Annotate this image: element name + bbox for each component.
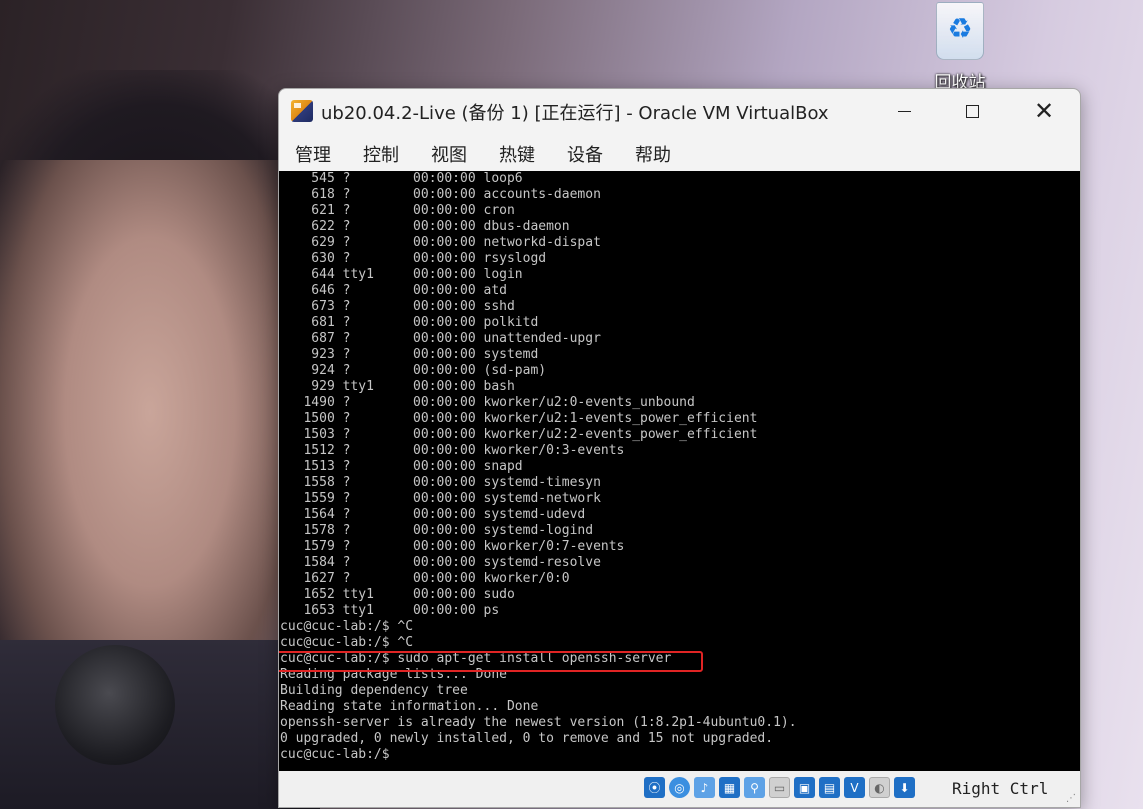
terminal-output: 545 ? 00:00:00 loop6 618 ? 00:00:00 acco… — [280, 171, 797, 763]
window-title: ub20.04.2-Live (备份 1) [正在运行] - Oracle VM… — [321, 103, 829, 124]
menu-control[interactable]: 控制 — [363, 141, 399, 167]
virtualbox-app-icon — [291, 100, 313, 122]
optical-drive-icon[interactable]: ◎ — [669, 777, 690, 798]
terminal-line: 1490 ? 00:00:00 kworker/u2:0-events_unbo… — [280, 395, 695, 410]
terminal-line: 1652 tty1 00:00:00 sudo — [280, 587, 515, 602]
terminal-line: 621 ? 00:00:00 cron — [280, 203, 515, 218]
terminal-line: 630 ? 00:00:00 rsyslogd — [280, 251, 547, 266]
terminal-line: 1558 ? 00:00:00 systemd-timesyn — [280, 475, 601, 490]
terminal-line: 923 ? 00:00:00 systemd — [280, 347, 539, 362]
shared-folders-icon[interactable]: ▭ — [769, 777, 790, 798]
terminal-line: 1512 ? 00:00:00 kworker/0:3-events — [280, 443, 625, 458]
keyboard-capture-icon[interactable]: ⬇ — [894, 777, 915, 798]
terminal-line: 673 ? 00:00:00 sshd — [280, 299, 515, 314]
statusbar-device-icons: ⦿ ◎ ♪ ▦ ⚲ ▭ ▣ ▤ V ◐ ⬇ — [644, 777, 915, 798]
terminal-line: 1653 tty1 00:00:00 ps — [280, 603, 500, 618]
minimize-icon — [897, 110, 911, 112]
terminal-line: 1559 ? 00:00:00 systemd-network — [280, 491, 601, 506]
recording-icon[interactable]: ▤ — [819, 777, 840, 798]
terminal-line: 1564 ? 00:00:00 systemd-udevd — [280, 507, 586, 522]
resize-grip-icon[interactable]: ⋰ — [1066, 793, 1076, 804]
menu-hotkeys[interactable]: 热键 — [499, 141, 535, 167]
desktop-recycle-bin[interactable]: ♻ 回收站 — [924, 0, 996, 93]
terminal-line: 0 upgraded, 0 newly installed, 0 to remo… — [280, 731, 774, 746]
menubar: 管理 控制 视图 热键 设备 帮助 — [279, 133, 1080, 171]
virtualization-icon[interactable]: V — [844, 777, 865, 798]
menu-help[interactable]: 帮助 — [635, 141, 671, 167]
wallpaper-photo-face — [0, 160, 300, 720]
terminal-line: Building dependency tree — [280, 683, 468, 698]
terminal-line: 1584 ? 00:00:00 systemd-resolve — [280, 555, 601, 570]
usb-icon[interactable]: ⚲ — [744, 777, 765, 798]
terminal-line: 1627 ? 00:00:00 kworker/0:0 — [280, 571, 570, 586]
terminal-line: 1503 ? 00:00:00 kworker/u2:2-events_powe… — [280, 427, 758, 442]
maximize-button[interactable] — [938, 89, 1006, 133]
terminal-line: 929 tty1 00:00:00 bash — [280, 379, 515, 394]
terminal-line: Reading state information... Done — [280, 699, 539, 714]
terminal-line: 644 tty1 00:00:00 login — [280, 267, 523, 282]
terminal-line: 924 ? 00:00:00 (sd-pam) — [280, 363, 547, 378]
audio-icon[interactable]: ♪ — [694, 777, 715, 798]
host-key-label: Right Ctrl — [952, 779, 1049, 798]
statusbar: ⦿ ◎ ♪ ▦ ⚲ ▭ ▣ ▤ V ◐ ⬇ Right Ctrl ⋰ — [279, 771, 1080, 807]
network-icon[interactable]: ▦ — [719, 777, 740, 798]
command-highlight-box — [279, 651, 703, 672]
terminal-line: 629 ? 00:00:00 networkd-dispat — [280, 235, 601, 250]
terminal-line: cuc@cuc-lab:/$ ^C — [280, 635, 414, 650]
close-icon: ✕ — [1033, 97, 1055, 125]
terminal-line: 1513 ? 00:00:00 snapd — [280, 459, 523, 474]
vm-display-screen[interactable]: 545 ? 00:00:00 loop6 618 ? 00:00:00 acco… — [279, 171, 1080, 771]
terminal-line: 1579 ? 00:00:00 kworker/0:7-events — [280, 539, 625, 554]
mouse-integration-icon[interactable]: ◐ — [869, 777, 890, 798]
close-button[interactable]: ✕ — [1010, 89, 1078, 133]
hard-disk-icon[interactable]: ⦿ — [644, 777, 665, 798]
menu-manage[interactable]: 管理 — [295, 141, 331, 167]
menu-devices[interactable]: 设备 — [567, 141, 603, 167]
terminal-line: 687 ? 00:00:00 unattended-upgr — [280, 331, 601, 346]
menu-view[interactable]: 视图 — [431, 141, 467, 167]
terminal-line: 622 ? 00:00:00 dbus-daemon — [280, 219, 570, 234]
terminal-line: 545 ? 00:00:00 loop6 — [280, 171, 523, 186]
display-icon[interactable]: ▣ — [794, 777, 815, 798]
terminal-line: openssh-server is already the newest ver… — [280, 715, 797, 730]
window-titlebar[interactable]: ub20.04.2-Live (备份 1) [正在运行] - Oracle VM… — [279, 89, 1080, 133]
terminal-line: cuc@cuc-lab:/$ — [280, 747, 390, 762]
maximize-icon — [965, 104, 979, 118]
terminal-line: 1500 ? 00:00:00 kworker/u2:1-events_powe… — [280, 411, 758, 426]
terminal-line: 681 ? 00:00:00 polkitd — [280, 315, 539, 330]
minimize-button[interactable] — [870, 89, 938, 133]
terminal-line: 1578 ? 00:00:00 systemd-logind — [280, 523, 594, 538]
virtualbox-window: ub20.04.2-Live (备份 1) [正在运行] - Oracle VM… — [278, 88, 1081, 808]
terminal-line: 618 ? 00:00:00 accounts-daemon — [280, 187, 601, 202]
recycle-bin-icon: ♻ — [936, 2, 984, 60]
terminal-line: 646 ? 00:00:00 atd — [280, 283, 507, 298]
wallpaper-photo-microphone — [55, 645, 175, 765]
terminal-line: cuc@cuc-lab:/$ ^C — [280, 619, 414, 634]
